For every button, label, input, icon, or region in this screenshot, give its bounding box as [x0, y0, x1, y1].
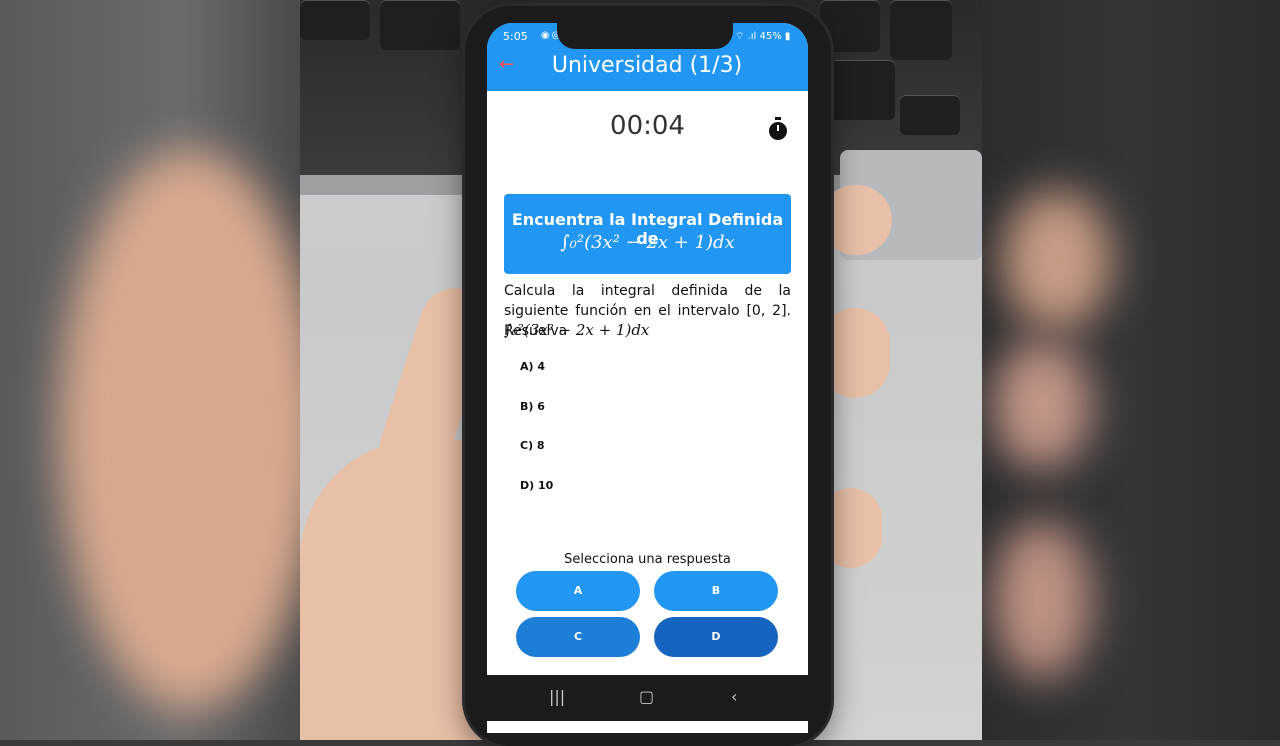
blurred-hand-left — [60, 150, 300, 710]
status-battery: ⌔ .ıl 45% ▮ — [735, 31, 791, 42]
battery-level: 45% — [759, 31, 782, 42]
question-formula: ∫₀²(3x² − 2x + 1)dx — [504, 321, 650, 339]
page-title: Universidad (1/3) — [551, 53, 743, 78]
answer-button-b[interactable]: B — [654, 571, 778, 611]
answer-button-c[interactable]: C — [516, 617, 640, 657]
blurred-background-left — [0, 0, 300, 740]
stopwatch-icon — [769, 117, 787, 140]
camera-notch — [557, 23, 733, 49]
phone-screen: 5:05 ◉◎ ⌔ .ıl 45% ▮ ← Universidad (1/3) … — [487, 23, 808, 733]
answer-button-d[interactable]: D — [654, 617, 778, 657]
app-bar: 5:05 ◉◎ ⌔ .ıl 45% ▮ ← Universidad (1/3) — [487, 23, 808, 91]
android-nav-bar: ||| ▢ ‹ — [487, 675, 808, 721]
notification-icons: ◉◎ — [520, 30, 563, 41]
home-icon[interactable]: ▢ — [639, 687, 654, 706]
blurred-background-right — [982, 0, 1280, 740]
recent-apps-icon[interactable]: ||| — [549, 687, 565, 706]
option-d[interactable]: D) 10 — [520, 479, 553, 492]
answer-prompt: Selecciona una respuesta — [564, 552, 731, 567]
question-card: Encuentra la Integral Definida de ∫₀²(3x… — [504, 194, 791, 274]
answer-button-a[interactable]: A — [516, 571, 640, 611]
blurred-finger-3 — [992, 520, 1092, 680]
back-nav-icon[interactable]: ‹ — [731, 687, 737, 706]
quiz-timer: 00:04 — [610, 111, 685, 141]
question-card-formula: ∫₀²(3x² − 2x + 1)dx — [560, 232, 735, 253]
blurred-finger-2 — [992, 340, 1092, 470]
blurred-finger-1 — [1002, 190, 1112, 330]
back-arrow-icon[interactable]: ← — [499, 56, 514, 74]
option-b[interactable]: B) 6 — [520, 400, 545, 413]
option-c[interactable]: C) 8 — [520, 439, 545, 452]
option-a[interactable]: A) 4 — [520, 360, 545, 373]
